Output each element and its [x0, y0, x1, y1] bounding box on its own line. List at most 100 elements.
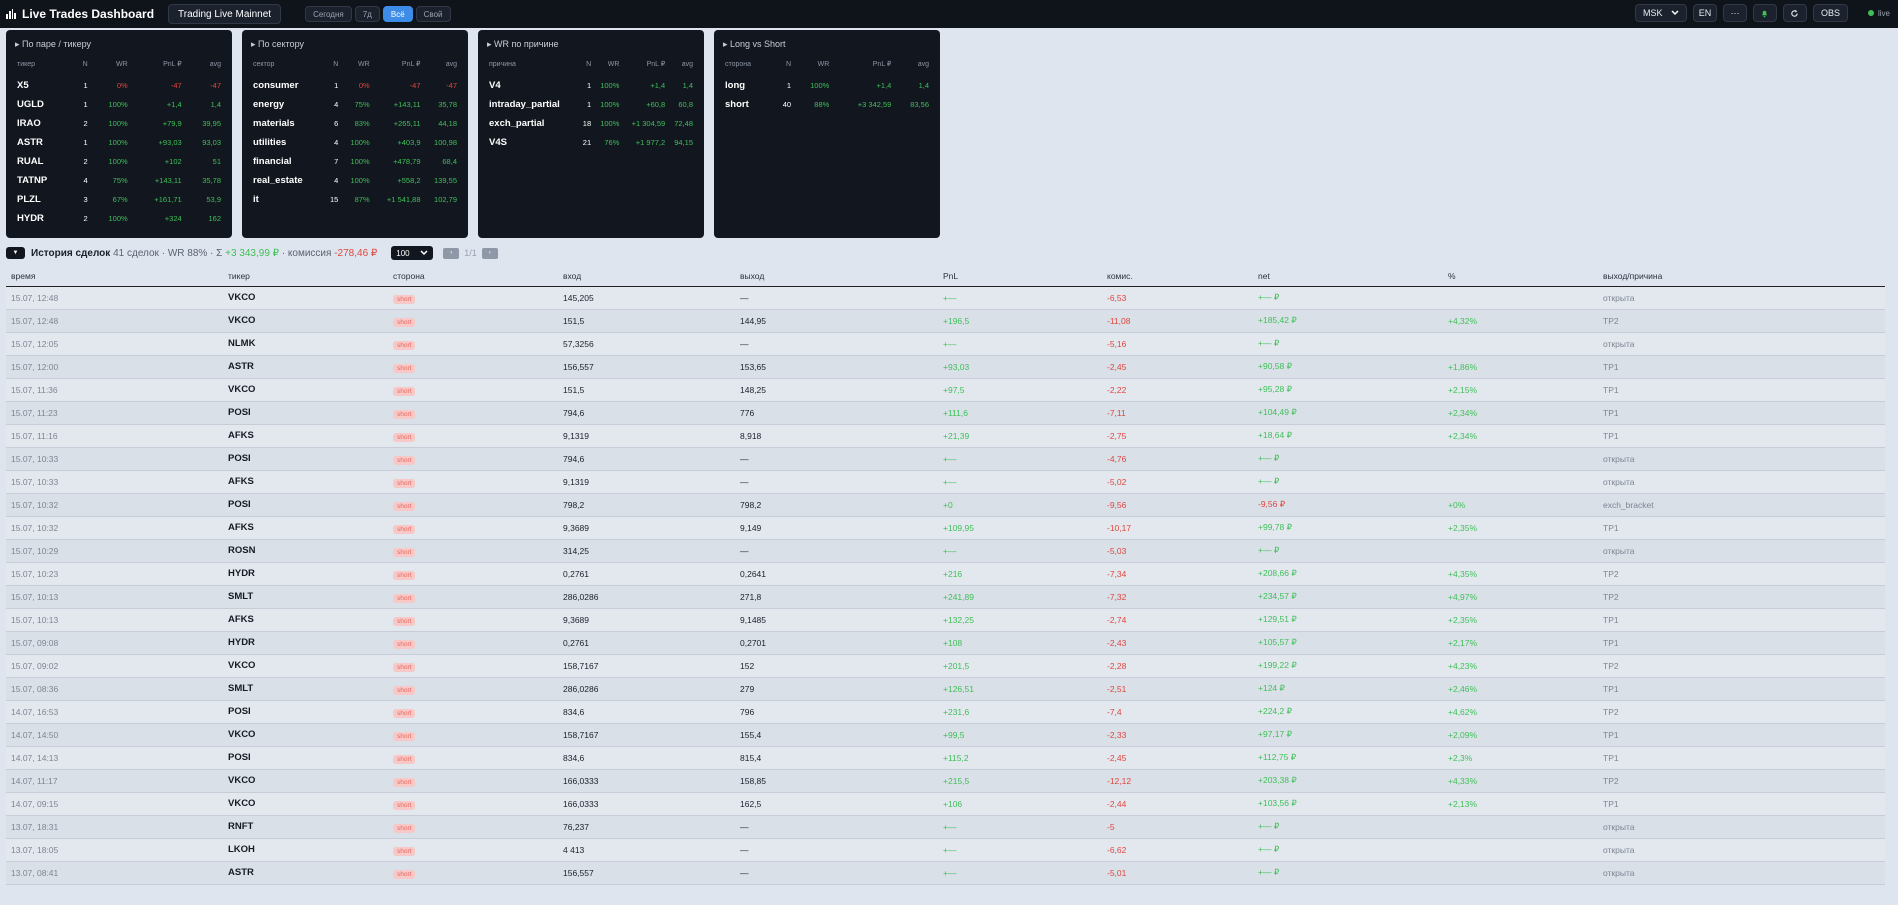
table-row[interactable]: 15.07, 10:32 AFKS short 9,3689 9,149 +109,95-… [6, 516, 1885, 540]
card-title[interactable]: ▸ По паре / тикеру [15, 39, 223, 50]
side-badge: short [393, 616, 416, 626]
table-cell: +2,3% [1443, 746, 1598, 770]
table-row[interactable]: 15.07, 10:33 POSI short 794,6— +— -4,76 +— ₽ от… [6, 447, 1885, 471]
table-row[interactable]: 15.07, 10:32 POSI short 798,2 798,2 +0 -9,56 -9… [6, 493, 1885, 517]
refresh-button[interactable] [1782, 4, 1807, 22]
timezone-select[interactable]: MSK [1634, 4, 1687, 22]
more-button[interactable]: ··· [1722, 4, 1747, 22]
table-cell: 286,0286 [558, 677, 735, 701]
table-cell: 57,3256 [558, 332, 735, 356]
column-header[interactable]: % [1443, 267, 1598, 287]
card-column-header[interactable]: N [74, 60, 90, 76]
table-row[interactable]: 15.07, 10:13 AFKS short 9,3689 9,1485 +132,25… [6, 608, 1885, 632]
card-row: X5 1 0% -47 -47 [15, 76, 223, 95]
table-row[interactable]: 15.07, 11:23 POSI short 794,6 776 +111,6 -7,11… [6, 401, 1885, 425]
table-row[interactable]: 14.07, 11:17 VKCO short 166,0333 158,85 +215,… [6, 769, 1885, 793]
table-cell: 794,6 [558, 447, 735, 471]
mode-chip[interactable]: Trading Live Mainnet [168, 4, 282, 24]
card-column-header[interactable]: PnL ₽ [372, 60, 423, 76]
table-cell: 13.07, 18:31 [6, 815, 223, 839]
table-row[interactable]: 14.07, 16:53 POSI short 834,6 796 +231,6 -7,4 +… [6, 700, 1885, 724]
table-row[interactable]: 14.07, 09:15 VKCO short 166,0333 162,5 +106 -2… [6, 792, 1885, 816]
table-row[interactable]: 15.07, 10:23 HYDR short 0,2761 0,2641 +216 -7,… [6, 562, 1885, 586]
table-row[interactable]: 15.07, 09:08 HYDR short 0,2761 0,2701 +108 -2,… [6, 631, 1885, 655]
column-header[interactable]: сторона [388, 267, 558, 287]
card-column-header[interactable]: avg [667, 60, 695, 76]
card-column-header[interactable]: avg [893, 60, 931, 76]
table-cell: 286,0286 [558, 585, 735, 609]
column-header[interactable]: тикер [223, 267, 388, 287]
table-row[interactable]: 15.07, 10:13 SMLT short 286,0286 271,8 +241,8… [6, 585, 1885, 609]
column-header[interactable]: выход [735, 267, 938, 287]
card-cell: 1,4 [918, 81, 929, 90]
card-column-header[interactable]: N [578, 60, 593, 76]
card-column-header[interactable]: avg [184, 60, 223, 76]
prev-page-button[interactable]: ‹ [443, 247, 460, 259]
table-cell: +— [938, 815, 1102, 839]
column-header[interactable]: выход/причина [1598, 267, 1885, 287]
table-row[interactable]: 13.07, 18:05 LKOH short 4 413— +— -6,62 +— ₽ от… [6, 838, 1885, 862]
card-column-header[interactable]: сторона [723, 60, 773, 76]
card-column-header[interactable]: сектор [251, 60, 324, 76]
column-header[interactable]: вход [558, 267, 735, 287]
next-page-button[interactable]: › [481, 247, 498, 259]
column-header[interactable]: net [1253, 267, 1443, 287]
table-row[interactable]: 15.07, 10:33 AFKS short 9,1319— +— -5,02 +— ₽ о… [6, 470, 1885, 494]
range-button[interactable]: Сегодня [305, 6, 352, 22]
language-button[interactable]: EN [1692, 4, 1717, 22]
card-title[interactable]: ▸ Long vs Short [723, 39, 931, 50]
card-column-header[interactable]: avg [423, 60, 460, 76]
card-column-header[interactable]: WR [90, 60, 130, 76]
obs-button[interactable]: OBS [1812, 4, 1848, 22]
table-cell: HYDR [223, 631, 388, 655]
side-badge: short [393, 478, 416, 488]
table-row[interactable]: 15.07, 11:16 AFKS short 9,1319 8,918 +21,39 -2… [6, 424, 1885, 448]
card-column-header[interactable]: PnL ₽ [621, 60, 667, 76]
card-column-header[interactable]: PnL ₽ [831, 60, 893, 76]
card-column-header[interactable]: N [773, 60, 793, 76]
history-title: История сделок [31, 247, 111, 259]
card-cell: materials [253, 118, 295, 129]
table-row[interactable]: 15.07, 12:48 VKCO short 151,5 144,95 +196,5 -1… [6, 309, 1885, 333]
range-button[interactable]: Свой [415, 6, 451, 22]
table-cell: 15.07, 12:05 [6, 332, 223, 356]
table-row[interactable]: 15.07, 12:05 NLMK short 57,3256— +— -5,16 +— ₽… [6, 332, 1885, 356]
table-row[interactable]: 15.07, 08:36 SMLT short 286,0286 279 +126,51-… [6, 677, 1885, 701]
table-row[interactable]: 15.07, 12:48 VKCO short 145,205— +— -6,53 +— ₽… [6, 286, 1885, 310]
table-cell: VKCO [223, 723, 388, 747]
card-column-header[interactable]: WR [340, 60, 371, 76]
table-cell: +— ₽ [1253, 470, 1443, 494]
table-cell: VKCO [223, 378, 388, 402]
card-column-header[interactable]: PnL ₽ [130, 60, 184, 76]
card-cell: -47 [170, 81, 182, 90]
table-row[interactable]: 15.07, 12:00 ASTR short 156,557 153,65 +93,03… [6, 355, 1885, 379]
live-indicator: live [1867, 9, 1890, 18]
card-row: UGLD 1 100% +1,4 1,4 [15, 95, 223, 114]
column-header[interactable]: комис. [1102, 267, 1253, 287]
card-title[interactable]: ▸ WR по причине [487, 39, 695, 50]
collapse-history-button[interactable]: ▼ [6, 247, 25, 259]
bell-button[interactable] [1752, 4, 1777, 22]
card-title[interactable]: ▸ По сектору [251, 39, 459, 50]
card-column-header[interactable]: тикер [15, 60, 74, 76]
column-header[interactable]: время [6, 267, 223, 287]
column-header[interactable]: PnL [938, 267, 1102, 287]
range-button[interactable]: 7д [354, 6, 380, 22]
range-button[interactable]: Всё [382, 6, 413, 22]
table-row[interactable]: 13.07, 08:41 ASTR short 156,557— +— -5,01 +— ₽… [6, 861, 1885, 885]
table-row[interactable]: 15.07, 11:36 VKCO short 151,5 148,25 +97,5 -2,… [6, 378, 1885, 402]
card-row: V4S 21 76% +1 977,2 94,15 [487, 133, 695, 152]
card-column-header[interactable]: N [324, 60, 341, 76]
table-row[interactable]: 14.07, 14:50 VKCO short 158,7167 155,4 +99,5-… [6, 723, 1885, 747]
card-column-header[interactable]: WR [793, 60, 831, 76]
page-size-select[interactable]: 100 [391, 246, 434, 260]
table-row[interactable]: 14.07, 14:13 POSI short 834,6 815,4 +115,2 -2,… [6, 746, 1885, 770]
table-row[interactable]: 15.07, 09:02 VKCO short 158,7167 152 +201,5 -2… [6, 654, 1885, 678]
card-cell: UGLD [17, 99, 44, 110]
card-cell: -47 [409, 81, 421, 90]
table-row[interactable]: 13.07, 18:31 RNFT short 76,237— +— -5 +— ₽ откр… [6, 815, 1885, 839]
card-column-header[interactable]: причина [487, 60, 578, 76]
table-row[interactable]: 15.07, 10:29 ROSN short 314,25— +— -5,03 +— ₽ о… [6, 539, 1885, 563]
card-column-header[interactable]: WR [593, 60, 621, 76]
table-cell: -2,44 [1102, 792, 1253, 816]
